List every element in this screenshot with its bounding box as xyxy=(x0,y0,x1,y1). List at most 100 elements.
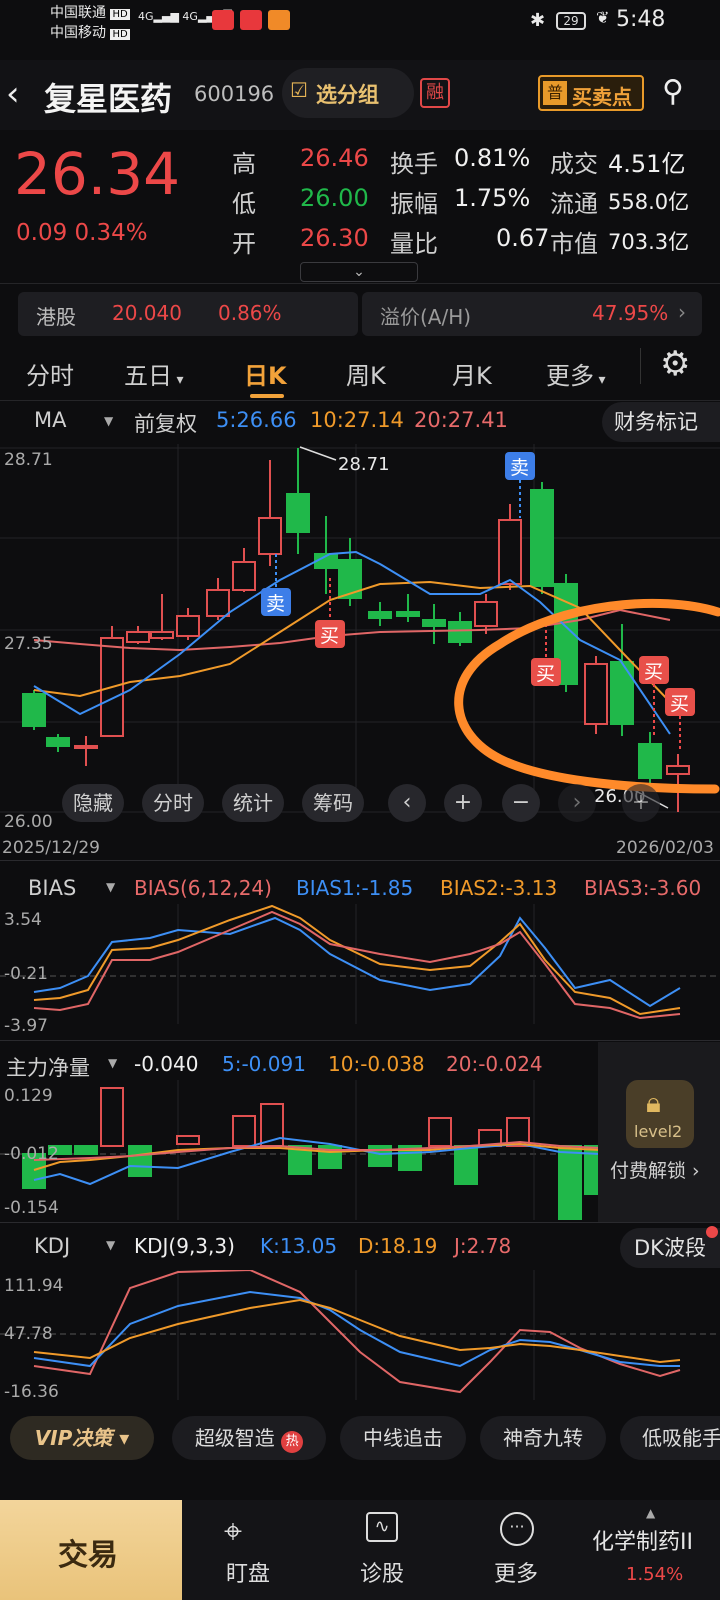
peak-label: 28.71 xyxy=(338,454,390,475)
margin-badge[interactable]: 融 xyxy=(420,78,450,108)
tab-more[interactable]: 更多 ▾ xyxy=(546,356,605,391)
clock-time: 5:48 xyxy=(616,7,666,32)
axis-mid-label: 27.35 xyxy=(4,634,53,654)
finance-mark-button[interactable]: 财务标记 xyxy=(602,402,720,442)
bias-selector[interactable]: BIAS xyxy=(28,876,76,900)
trade-label: 交易 xyxy=(58,1538,118,1573)
level2-lock-panel[interactable]: 🔒︎ level2 付费解锁 › xyxy=(598,1042,720,1222)
flow-axis-mid: -0.012 xyxy=(4,1144,59,1164)
dropdown-icon[interactable]: ▼ xyxy=(104,414,113,428)
candle-body xyxy=(448,621,472,643)
buysell-label: 买卖点 xyxy=(572,85,632,109)
feature-super-manufacture[interactable]: 超级智造 热 xyxy=(172,1416,326,1460)
flow-axis-bottom: -0.154 xyxy=(4,1198,59,1218)
peak-marker-line xyxy=(299,446,337,461)
kdj-axis-mid: 47.78 xyxy=(4,1324,53,1344)
mcap-value: 703.3亿 xyxy=(608,230,690,254)
dropdown-icon[interactable]: ▼ xyxy=(106,880,115,894)
axis-high-label: 28.71 xyxy=(4,450,53,470)
candle-body xyxy=(422,619,446,627)
hide-button[interactable]: 隐藏 xyxy=(62,784,124,822)
back-icon[interactable]: ‹ xyxy=(6,74,20,114)
hk-share-row[interactable]: 港股 20.040 0.86% xyxy=(18,292,358,336)
adjust-label[interactable]: 前复权 xyxy=(134,408,197,438)
premium-label: 溢价(A/H) xyxy=(380,305,472,329)
group-button[interactable]: ☑ 选分组 xyxy=(282,68,414,118)
bias2-value: BIAS2:-3.13 xyxy=(440,876,558,900)
tab-weekly-k[interactable]: 周K xyxy=(346,356,386,391)
turnover-label: 换手 xyxy=(390,150,438,178)
buy-signal[interactable]: 买 xyxy=(665,688,695,750)
kdj-selector[interactable]: KDJ xyxy=(34,1234,70,1258)
add-icon[interactable]: + xyxy=(622,784,660,822)
sector-pct: 1.54% xyxy=(626,1564,684,1585)
bluetooth-icon: ✱ xyxy=(530,10,546,31)
zoom-out-icon[interactable]: − xyxy=(502,784,540,822)
tab-daily-k[interactable]: 日K xyxy=(244,356,287,391)
stock-code: 600196 xyxy=(194,82,275,106)
flow-selector[interactable]: 主力净量 xyxy=(6,1052,90,1082)
next-icon[interactable]: › xyxy=(558,784,596,822)
chips-button[interactable]: 筹码 xyxy=(302,784,364,822)
candle-body xyxy=(150,631,174,639)
buysell-button[interactable]: 普 买卖点 xyxy=(538,75,644,111)
settings-gear-icon[interactable]: ⚙ xyxy=(660,344,690,384)
premium-value: 47.95% xyxy=(592,301,669,325)
open-label: 开 xyxy=(232,230,256,258)
bias-axis-top: 3.54 xyxy=(4,910,42,930)
svg-text:买: 买 xyxy=(320,625,339,647)
nav-more[interactable]: 更多 xyxy=(494,1556,538,1588)
ma20-value: 20:27.41 xyxy=(414,408,508,432)
intraday-button[interactable]: 分时 xyxy=(142,784,204,822)
divider xyxy=(0,1222,720,1223)
kdj-d: D:18.19 xyxy=(358,1234,438,1258)
tab-five-day[interactable]: 五日 ▾ xyxy=(124,356,183,391)
candle-body xyxy=(610,661,634,725)
feature-low-buy[interactable]: 低吸能手 xyxy=(620,1416,720,1460)
bias-chart xyxy=(0,904,720,1024)
svg-text:卖: 卖 xyxy=(266,593,285,615)
candle-body xyxy=(368,611,392,619)
vip-decision-button[interactable]: VIP决策 ▾ xyxy=(10,1416,154,1460)
candle-body xyxy=(258,517,282,555)
trade-button[interactable]: 交易 xyxy=(0,1500,182,1600)
zoom-in-icon[interactable]: + xyxy=(444,784,482,822)
active-tab-indicator xyxy=(250,394,284,398)
kdj-j-line xyxy=(33,1270,681,1394)
prev-icon[interactable]: ‹ xyxy=(388,784,426,822)
search-icon[interactable]: ⚲ xyxy=(662,74,684,109)
sell-signal[interactable]: 卖 xyxy=(261,554,291,616)
candle-body xyxy=(74,745,98,749)
feature-mid-chase[interactable]: 中线追击 xyxy=(340,1416,466,1460)
kdj-chart xyxy=(0,1270,720,1400)
target-icon[interactable]: ⌖ xyxy=(224,1512,242,1551)
candle-body xyxy=(232,561,256,591)
nav-diagnose[interactable]: 诊股 xyxy=(360,1556,404,1588)
ma-selector[interactable]: MA xyxy=(34,408,66,432)
flow-ma20: 20:-0.024 xyxy=(446,1052,543,1076)
feature-magic-nine[interactable]: 神奇九转 xyxy=(480,1416,606,1460)
tab-monthly-k[interactable]: 月K xyxy=(452,356,492,391)
flow-bar xyxy=(100,1087,124,1147)
expand-chevron-icon[interactable]: ⌄ xyxy=(300,262,418,282)
ah-premium-row[interactable]: 溢价(A/H) 47.95% › xyxy=(362,292,702,336)
last-price: 26.34 xyxy=(14,140,181,208)
nav-watch[interactable]: 盯盘 xyxy=(226,1556,270,1588)
flow-bar xyxy=(128,1145,152,1177)
dropdown-icon[interactable]: ▼ xyxy=(108,1056,117,1070)
sector-name[interactable]: 化学制药II xyxy=(592,1524,693,1556)
dk-wave-button[interactable]: DK波段 xyxy=(620,1228,720,1268)
battery-icon: 29 xyxy=(556,12,586,30)
tab-intraday[interactable]: 分时 xyxy=(26,356,74,391)
bias3-value: BIAS3:-3.60 xyxy=(584,876,702,900)
candle-body xyxy=(46,737,70,747)
flow-bar xyxy=(428,1117,452,1147)
more-dots-icon[interactable]: ··· xyxy=(500,1512,534,1546)
unlock-label[interactable]: 付费解锁 › xyxy=(610,1156,700,1183)
flow-bar xyxy=(232,1115,256,1147)
carrier-1: 中国联通 xyxy=(50,5,106,21)
stats-button[interactable]: 统计 xyxy=(222,784,284,822)
diagnose-chart-icon[interactable]: ∿ xyxy=(366,1512,398,1542)
dropdown-icon[interactable]: ▼ xyxy=(106,1238,115,1252)
kdj-d-line xyxy=(33,1298,681,1364)
